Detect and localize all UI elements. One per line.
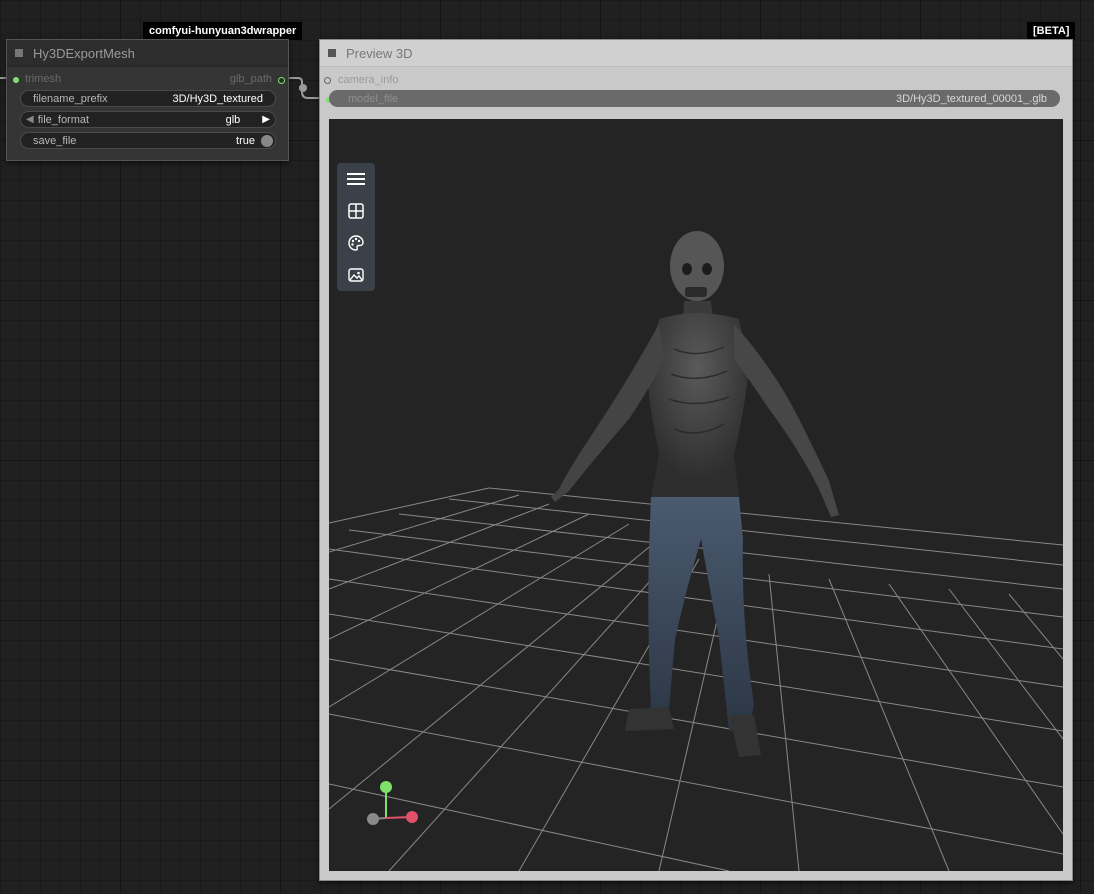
camera-info-slot-dot[interactable] xyxy=(324,77,331,84)
menu-button[interactable] xyxy=(337,163,375,195)
viewport-scene xyxy=(329,231,1063,871)
extension-badge: comfyui-hunyuan3dwrapper xyxy=(143,22,303,40)
x-axis-handle[interactable] xyxy=(406,811,418,823)
input-slot-label: trimesh xyxy=(25,73,62,85)
layout-button[interactable] xyxy=(337,195,375,227)
y-axis-handle[interactable] xyxy=(380,781,392,793)
export-mesh-node[interactable]: Hy3DExportMesh trimesh glb_path filename… xyxy=(6,39,289,161)
widget-label: save_file xyxy=(33,134,77,147)
wire-reroute-dot[interactable] xyxy=(299,84,307,92)
file-format-widget[interactable]: ◀ file_format glb ▶ xyxy=(20,111,276,128)
axis-gizmo xyxy=(367,781,418,825)
grid-layout-icon xyxy=(348,203,364,219)
toggle-knob-icon[interactable] xyxy=(261,134,273,147)
material-button[interactable] xyxy=(337,227,375,259)
arrow-right-icon[interactable]: ▶ xyxy=(262,114,270,125)
image-icon xyxy=(348,268,364,282)
3d-viewport-canvas[interactable] xyxy=(329,119,1063,871)
palette-icon xyxy=(348,235,364,251)
widget-label: model_file xyxy=(348,92,399,105)
node-title: Preview 3D xyxy=(346,45,413,61)
widget-label: filename_prefix xyxy=(33,92,108,105)
widget-value: true xyxy=(236,134,255,147)
z-axis-handle[interactable] xyxy=(367,813,379,825)
collapse-icon[interactable] xyxy=(15,49,23,57)
save-file-toggle[interactable]: save_file true xyxy=(20,132,276,149)
output-slot-label: glb_path xyxy=(229,73,272,85)
model-file-widget[interactable]: model_file 3D/Hy3D_textured_00001_.glb xyxy=(329,90,1060,107)
viewer-toolbar xyxy=(337,163,375,291)
collapse-icon[interactable] xyxy=(328,49,336,57)
widget-value: 3D/Hy3D_textured xyxy=(172,92,264,105)
camera-info-slot-label: camera_info xyxy=(338,74,399,86)
node-title: Hy3DExportMesh xyxy=(33,45,135,61)
background-image-button[interactable] xyxy=(337,259,375,291)
input-slot-dot[interactable] xyxy=(13,77,19,83)
slot-row: camera_info xyxy=(320,72,1072,90)
menu-icon xyxy=(347,173,365,185)
node-title-bar[interactable]: Preview 3D xyxy=(320,40,1072,67)
zombie-model[interactable] xyxy=(551,231,839,757)
output-slot-dot[interactable] xyxy=(278,77,285,84)
beta-badge: [BETA] xyxy=(1027,22,1076,40)
widget-label: file_format xyxy=(37,113,90,126)
arrow-left-icon[interactable]: ◀ xyxy=(26,114,34,125)
slot-row: trimesh glb_path xyxy=(7,71,288,89)
filename-prefix-widget[interactable]: filename_prefix 3D/Hy3D_textured xyxy=(20,90,276,107)
widget-value: glb xyxy=(225,113,241,126)
node-title-bar[interactable]: Hy3DExportMesh xyxy=(7,40,288,67)
widget-value: 3D/Hy3D_textured_00001_.glb xyxy=(895,92,1047,105)
